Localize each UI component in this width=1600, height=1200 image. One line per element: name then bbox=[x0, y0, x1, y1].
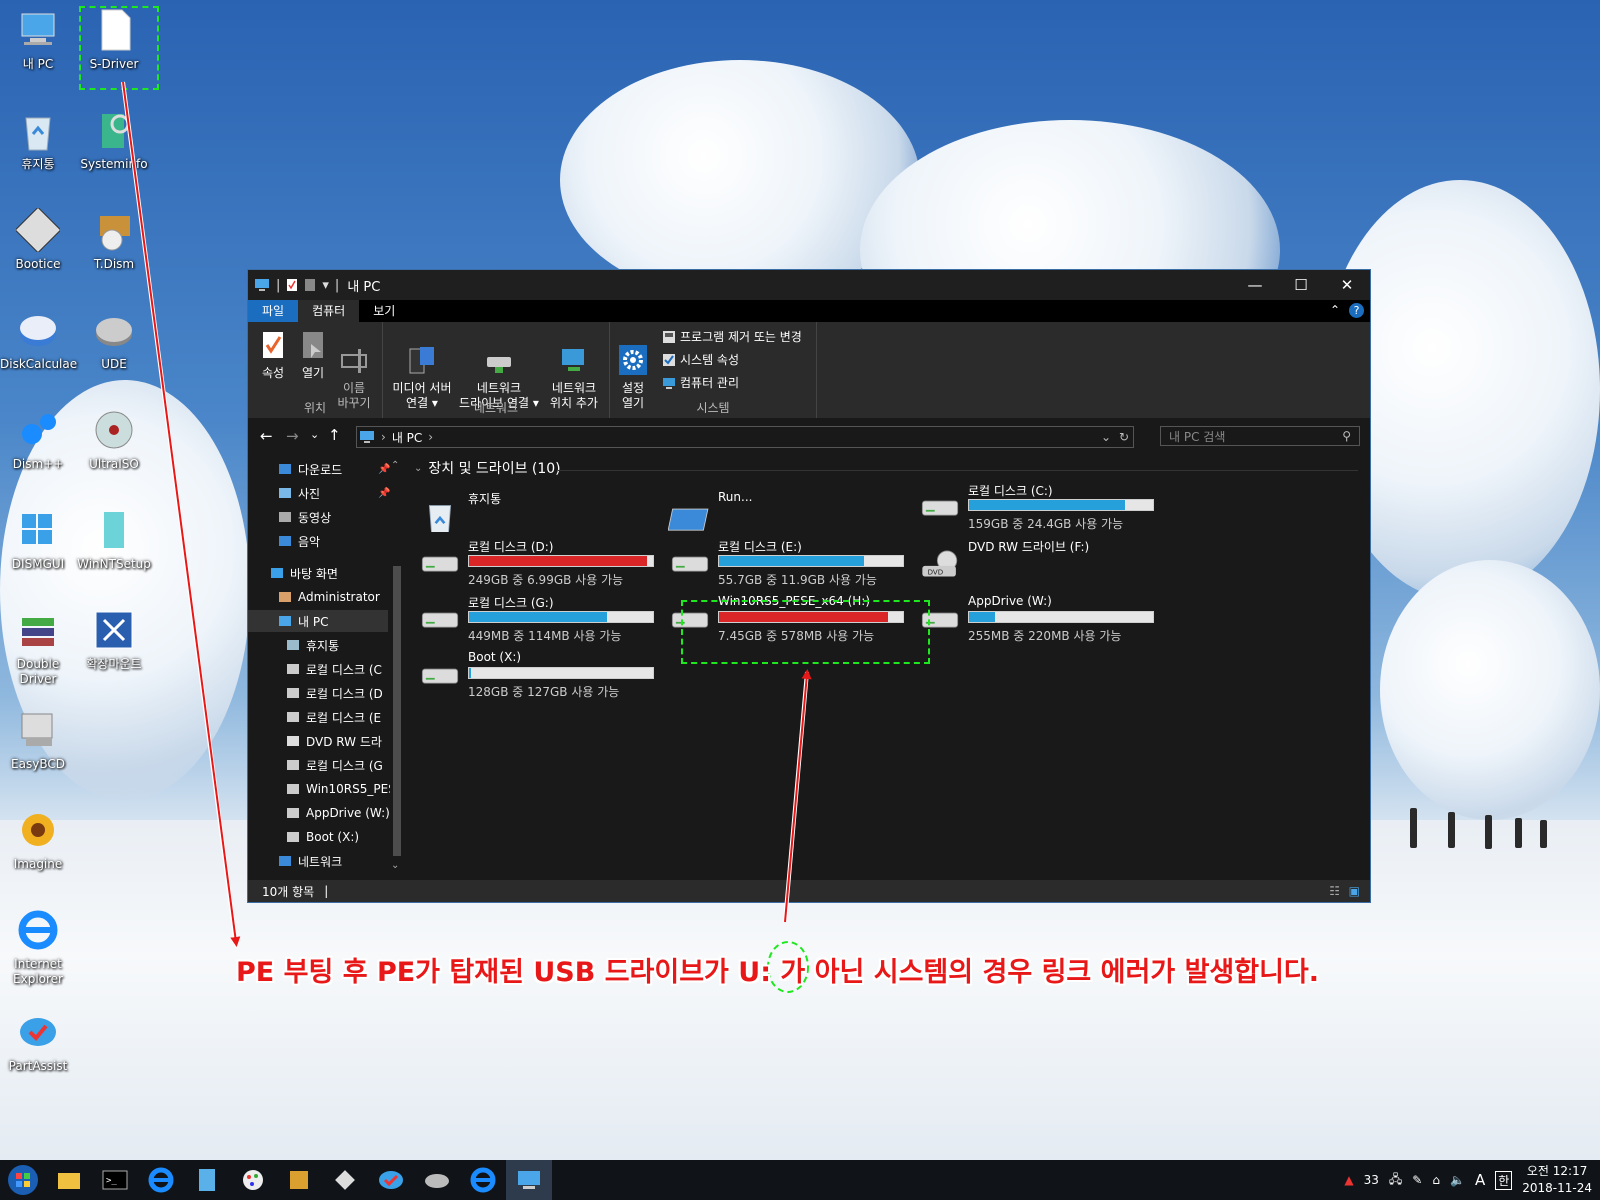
cmd-icon: >_ bbox=[102, 1170, 128, 1190]
system-tray: ▲ 33 🖧 ✎ ⌂ 🔈 A 한 오전 12:17 2018-11-24 bbox=[1344, 1160, 1600, 1200]
taskbar-button[interactable] bbox=[460, 1160, 506, 1200]
taskbar-button[interactable] bbox=[414, 1160, 460, 1200]
tray-arrow-icon[interactable]: ▲ bbox=[1344, 1173, 1353, 1187]
taskbar-button[interactable] bbox=[0, 1160, 46, 1200]
partassist-icon bbox=[379, 1171, 403, 1189]
registry-icon bbox=[290, 1171, 308, 1189]
taskbar-button[interactable] bbox=[138, 1160, 184, 1200]
tray-pen-icon[interactable]: ✎ bbox=[1412, 1173, 1422, 1187]
annotation-text: PE 부팅 후 PE가 탑재된 USB 드라이브가 U: 가 아닌 시스템의 경… bbox=[236, 957, 1320, 988]
taskbar-button[interactable] bbox=[184, 1160, 230, 1200]
taskbar-button[interactable]: >_ bbox=[92, 1160, 138, 1200]
taskbar-button[interactable] bbox=[322, 1160, 368, 1200]
clock-date: 2018-11-24 bbox=[1522, 1181, 1592, 1195]
annotation-arrows bbox=[121, 81, 812, 993]
tray-usb-icon[interactable]: ⌂ bbox=[1432, 1173, 1440, 1187]
bootice-icon bbox=[335, 1170, 355, 1190]
taskbar-apps: >_ bbox=[0, 1160, 552, 1200]
tray-network-icon[interactable]: 🖧 bbox=[1389, 1170, 1402, 1191]
this-pc-icon bbox=[518, 1171, 540, 1189]
internet-explorer-icon bbox=[148, 1167, 174, 1193]
svg-text:>_: >_ bbox=[106, 1176, 117, 1186]
taskbar: >_ ▲ 33 🖧 ✎ ⌂ 🔈 A 한 오전 12:17 2018-11-24 bbox=[0, 1160, 1600, 1200]
clock[interactable]: 오전 12:17 2018-11-24 bbox=[1522, 1163, 1592, 1197]
paint-icon bbox=[243, 1170, 263, 1190]
ude-icon bbox=[425, 1174, 449, 1188]
tray-volume-icon[interactable]: 🔈 bbox=[1450, 1173, 1465, 1187]
tray-ime[interactable]: A bbox=[1475, 1171, 1485, 1189]
tray-language[interactable]: 한 bbox=[1495, 1170, 1513, 1190]
notepad-icon bbox=[199, 1169, 215, 1191]
taskbar-button[interactable] bbox=[276, 1160, 322, 1200]
taskbar-button[interactable] bbox=[506, 1160, 552, 1200]
start-icon bbox=[8, 1165, 38, 1195]
arrow-to-h-drive bbox=[784, 669, 812, 923]
tray-battery-text[interactable]: 33 bbox=[1364, 1173, 1379, 1187]
taskbar-button[interactable] bbox=[368, 1160, 414, 1200]
arrow-to-annotation bbox=[122, 81, 241, 947]
clock-time: 오전 12:17 bbox=[1526, 1164, 1588, 1178]
file-explorer-icon bbox=[58, 1173, 80, 1189]
internet-explorer-icon bbox=[470, 1167, 496, 1193]
taskbar-button[interactable] bbox=[230, 1160, 276, 1200]
taskbar-button[interactable] bbox=[46, 1160, 92, 1200]
